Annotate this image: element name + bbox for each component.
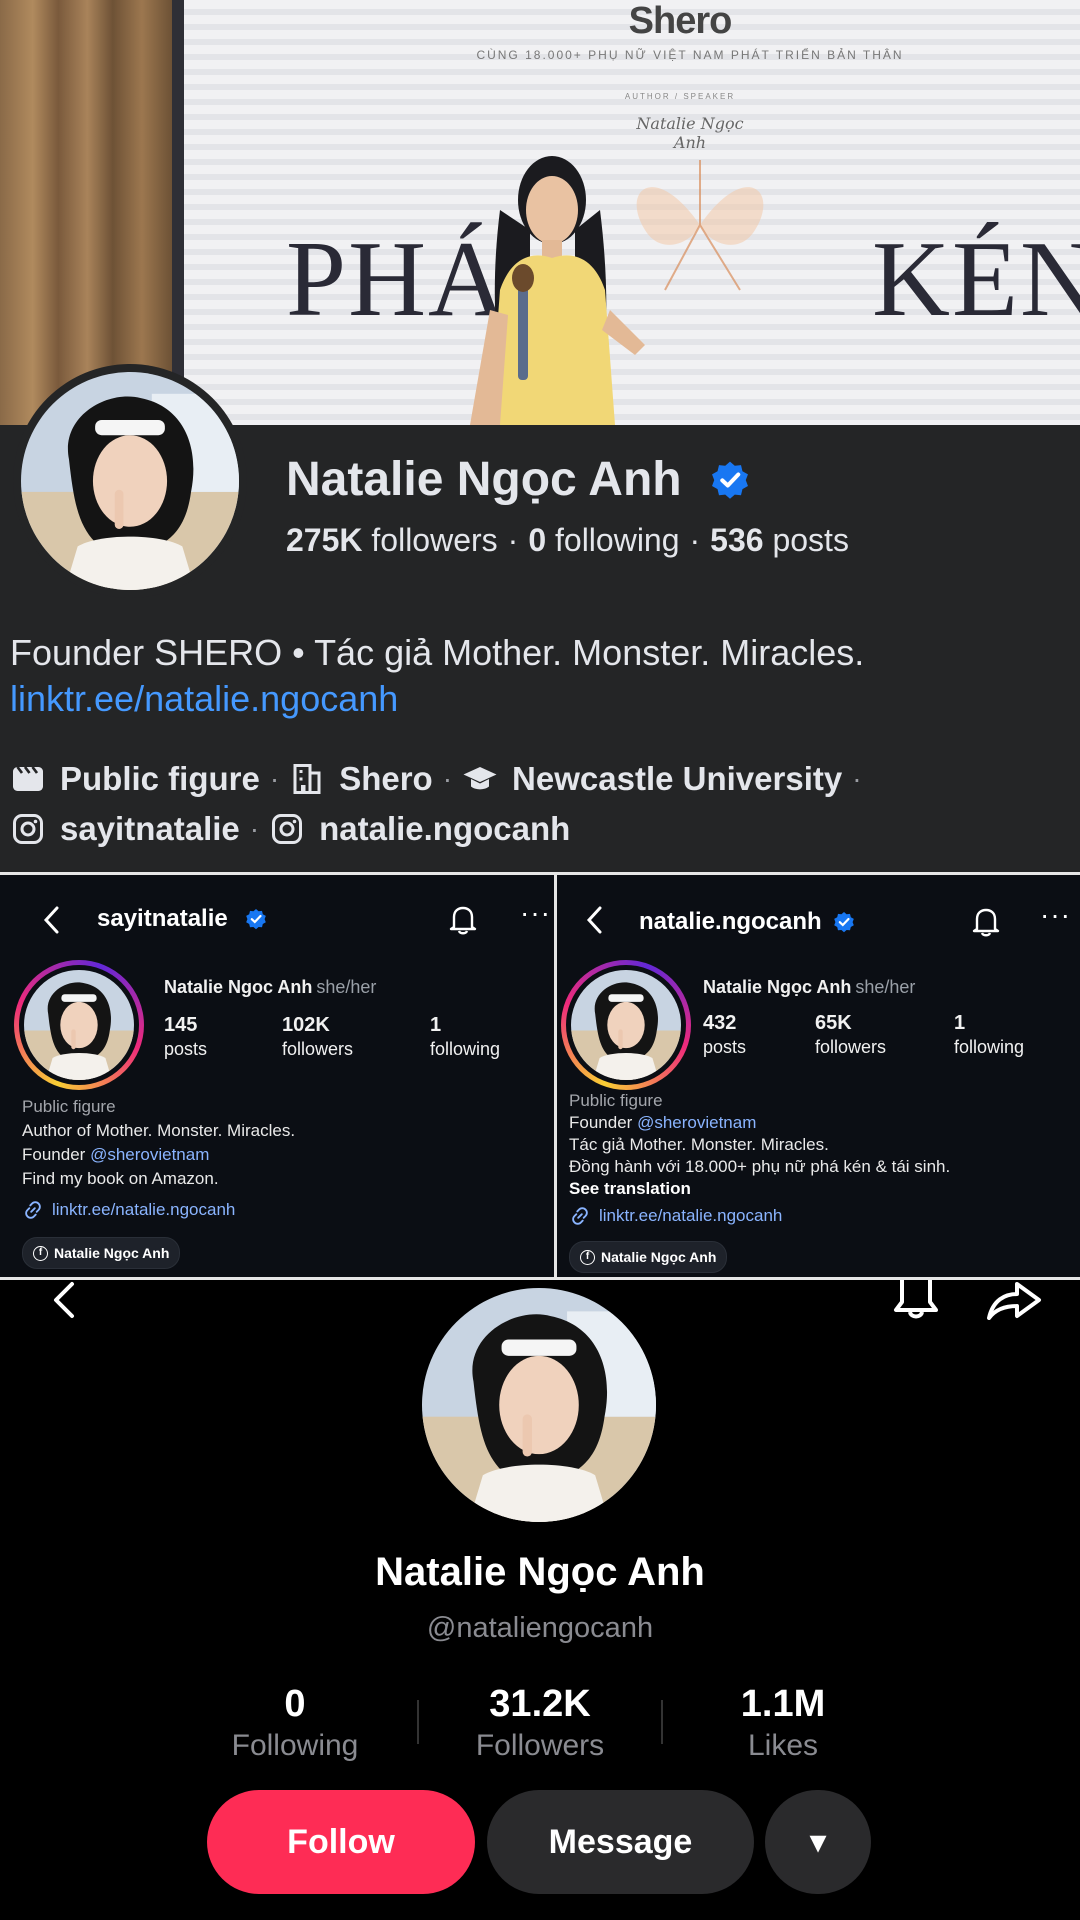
- clapperboard-icon: [13, 766, 43, 791]
- education-link[interactable]: Newcastle University: [512, 760, 842, 798]
- profile-bio: Founder SHERO • Tác giả Mother. Monster.…: [10, 632, 865, 673]
- verified-badge-icon: [712, 461, 748, 499]
- mention-link[interactable]: @sherovietnam: [637, 1113, 756, 1132]
- instagram-handle: natalie.ngocanh: [639, 908, 822, 935]
- link-icon: [25, 1201, 41, 1219]
- follow-button[interactable]: Follow: [207, 1790, 475, 1894]
- more-options-icon[interactable]: ···: [520, 897, 551, 929]
- following-stat[interactable]: 0 Following: [170, 1682, 420, 1766]
- profile-link[interactable]: linktr.ee/natalie.ngocanh: [10, 678, 398, 720]
- profile-name: Natalie Ngoc Anh she/her: [164, 977, 377, 997]
- profile-handle: @nataliengocanh: [426, 1612, 654, 1644]
- profile-details-row-2: sayitnatalie · natalie.ngocanh: [10, 810, 570, 848]
- pronouns: she/her: [855, 977, 916, 997]
- stat-separator: ·: [689, 522, 701, 558]
- cover-role: AUTHOR / SPEAKER: [624, 92, 736, 101]
- instagram-profile-right: natalie.ngocanh ··· Natalie Ngọc Anh she/…: [557, 875, 1080, 1277]
- facebook-profile-panel: Shero CÙNG 18.000+ PHỤ NỮ VIỆT NAM PHÁT …: [0, 0, 1080, 872]
- category-label: Public figure: [22, 1097, 116, 1116]
- story-ring[interactable]: [14, 960, 144, 1090]
- cover-word-right: KÉN: [872, 220, 1080, 339]
- cover-curtain: [0, 0, 182, 425]
- back-arrow-icon[interactable]: [50, 1280, 76, 1320]
- verified-badge-icon: [246, 909, 266, 930]
- message-button[interactable]: Message: [487, 1790, 754, 1894]
- cover-brand-text: Shero: [628, 0, 733, 42]
- cover-photo[interactable]: Shero CÙNG 18.000+ PHỤ NỮ VIỆT NAM PHÁT …: [0, 0, 1080, 425]
- following-stat[interactable]: 1 following: [954, 1011, 1024, 1059]
- verified-badge-icon: [834, 912, 854, 933]
- facebook-chip[interactable]: f Natalie Ngọc Anh: [22, 1237, 181, 1269]
- profile-stats: 275K followers · 0 following · 536 posts: [286, 522, 849, 559]
- workplace-link[interactable]: Shero: [339, 760, 433, 798]
- instagram-link-1[interactable]: sayitnatalie: [60, 810, 240, 848]
- back-arrow-icon[interactable]: [585, 905, 603, 935]
- bell-icon[interactable]: [448, 903, 478, 935]
- bio-line: Tác giả Mother. Monster. Miracles.: [569, 1135, 829, 1154]
- instagram-handle: sayitnatalie: [97, 905, 228, 932]
- link-icon: [572, 1207, 588, 1225]
- category-label: Public figure: [60, 760, 260, 797]
- bio-line: Founder @sherovietnam: [22, 1145, 210, 1164]
- profile-name: Natalie Ngọc Anh: [375, 1550, 705, 1594]
- instagram-link-2[interactable]: natalie.ngocanh: [319, 810, 570, 848]
- speaker-photo: [470, 156, 645, 425]
- following-stat[interactable]: 1 following: [430, 1013, 500, 1061]
- bell-icon[interactable]: [890, 1280, 942, 1320]
- profile-avatar: [571, 970, 681, 1080]
- profile-avatar[interactable]: [422, 1288, 656, 1522]
- graduation-cap-icon: [463, 767, 497, 790]
- instagram-profile-left: sayitnatalie ··· Natalie Ngoc Anh she/her…: [0, 875, 554, 1277]
- cover-screen-edge: [172, 0, 184, 425]
- facebook-icon: f: [33, 1245, 48, 1261]
- pronouns: she/her: [316, 977, 377, 997]
- instagram-icon: [13, 814, 43, 844]
- facebook-icon: f: [580, 1249, 595, 1265]
- bio-link[interactable]: linktr.ee/natalie.ngocanh: [22, 1199, 235, 1221]
- followers-stat[interactable]: 102K followers: [282, 1013, 353, 1061]
- posts-stat[interactable]: 145 posts: [164, 1013, 207, 1061]
- bio-line: Find my book on Amazon.: [22, 1169, 219, 1188]
- followers-stat[interactable]: 31.2K Followers: [415, 1682, 665, 1766]
- back-arrow-icon[interactable]: [42, 905, 60, 935]
- category-label: Public figure: [569, 1091, 663, 1110]
- followers-count[interactable]: 275K followers: [286, 522, 498, 558]
- bio-line: Founder @sherovietnam: [569, 1113, 757, 1132]
- mention-link[interactable]: @sherovietnam: [90, 1145, 209, 1164]
- instagram-icon: [272, 814, 303, 844]
- posts-count[interactable]: 536 posts: [710, 522, 849, 558]
- bio-line: Đồng hành với 18.000+ phụ nữ phá kén & t…: [569, 1157, 951, 1176]
- bell-icon[interactable]: [971, 905, 1001, 937]
- following-count[interactable]: 0 following: [528, 522, 679, 558]
- facebook-chip[interactable]: f Natalie Ngọc Anh: [569, 1241, 728, 1273]
- profile-avatar: [24, 970, 134, 1080]
- bio-link[interactable]: linktr.ee/natalie.ngocanh: [569, 1205, 782, 1227]
- see-translation-link[interactable]: See translation: [569, 1179, 691, 1199]
- bio-line: Author of Mother. Monster. Miracles.: [22, 1121, 296, 1140]
- story-ring[interactable]: [561, 960, 691, 1090]
- building-icon: [293, 764, 321, 794]
- profile-name: Natalie Ngọc Anh: [286, 453, 682, 506]
- suggested-accounts-button[interactable]: ▾: [765, 1790, 871, 1894]
- cover-tagline: CÙNG 18.000+ PHỤ NỮ VIỆT NAM PHÁT TRIỂN …: [476, 48, 904, 62]
- profile-name: Natalie Ngọc Anh she/her: [703, 977, 916, 997]
- followers-stat[interactable]: 65K followers: [815, 1011, 886, 1059]
- more-options-icon[interactable]: ···: [1040, 899, 1071, 931]
- profile-avatar[interactable]: [21, 372, 239, 590]
- profile-details-row-1: Public figure · Shero · Newcastle Univer…: [10, 760, 872, 798]
- posts-stat[interactable]: 432 posts: [703, 1011, 746, 1059]
- tiktok-profile-panel: Natalie Ngọc Anh @nataliengocanh 0 Follow…: [0, 1280, 1080, 1920]
- share-icon[interactable]: [985, 1280, 1043, 1320]
- likes-stat: 1.1M Likes: [740, 1683, 826, 1762]
- stat-separator: ·: [507, 522, 519, 558]
